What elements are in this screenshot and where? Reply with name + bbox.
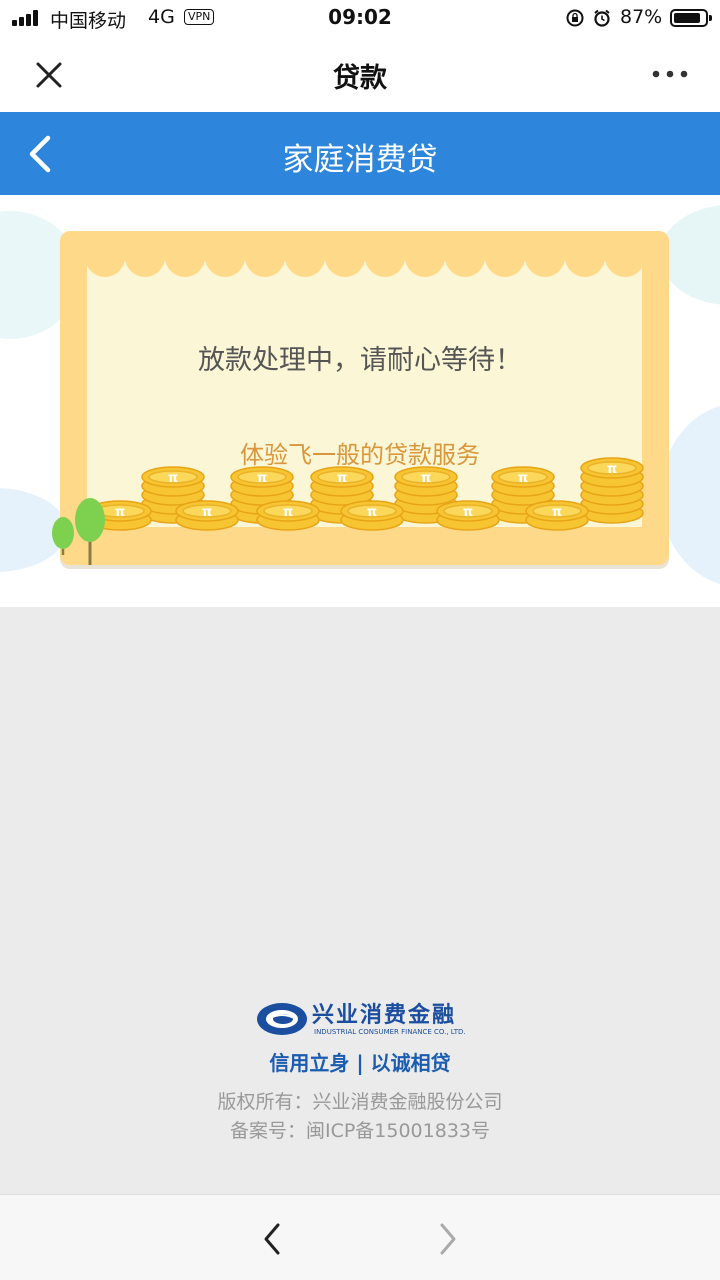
svg-text:π: π (168, 471, 178, 486)
more-dots-icon[interactable] (650, 62, 690, 86)
svg-text:π: π (367, 505, 377, 520)
alarm-icon (594, 9, 610, 27)
company-logo: 兴业消费金融 INDUSTRIAL CONSUMER FINANCE CO., … (256, 999, 468, 1041)
svg-text:π: π (202, 505, 212, 520)
svg-text:π: π (552, 505, 562, 520)
app-header: 家庭消费贷 (0, 112, 720, 195)
battery-level (674, 13, 700, 23)
browser-toolbar (0, 1194, 720, 1280)
brand-english: INDUSTRIAL CONSUMER FINANCE CO., LTD. (314, 1028, 466, 1036)
battery-icon (670, 9, 712, 27)
status-bar: 中国移动 4G VPN 09:02 87% (0, 0, 720, 36)
status-message: 放款处理中，请耐心等待！ (198, 345, 522, 376)
status-time: 09:02 (328, 5, 392, 29)
svg-text:π: π (115, 505, 125, 520)
status-card-area: ππππππππππππ 放款处理中，请耐心等待！ 体验飞一般的贷款服务 (0, 195, 720, 607)
svg-text:π: π (257, 471, 267, 486)
svg-text:π: π (283, 505, 293, 520)
battery-percent: 87% (620, 6, 663, 28)
card-illustration: π π π π πππ π π π π π (0, 205, 720, 585)
chevron-left-icon[interactable] (256, 1219, 288, 1259)
brand-slogan: 信用立身 | 以诚相贷 (269, 1051, 451, 1075)
webview-title-bar: 贷款 (0, 36, 720, 112)
page-title: 贷款 (333, 63, 387, 94)
status-subtitle: 体验飞一般的贷款服务 (240, 441, 480, 469)
svg-text:π: π (518, 471, 528, 486)
svg-text:π: π (337, 471, 347, 486)
copyright-text: 版权所有：兴业消费金融股份公司 (217, 1091, 503, 1113)
brand-name: 兴业消费金融 (312, 1002, 457, 1028)
rotation-lock-icon (566, 9, 584, 27)
chevron-right-icon[interactable] (432, 1219, 464, 1259)
svg-text:π: π (463, 505, 473, 520)
icp-record: 备案号：闽ICP备15001833号 (229, 1120, 491, 1142)
app-title: 家庭消费贷 (282, 142, 438, 178)
logo-icon (257, 1003, 307, 1035)
svg-text:π: π (421, 471, 431, 486)
